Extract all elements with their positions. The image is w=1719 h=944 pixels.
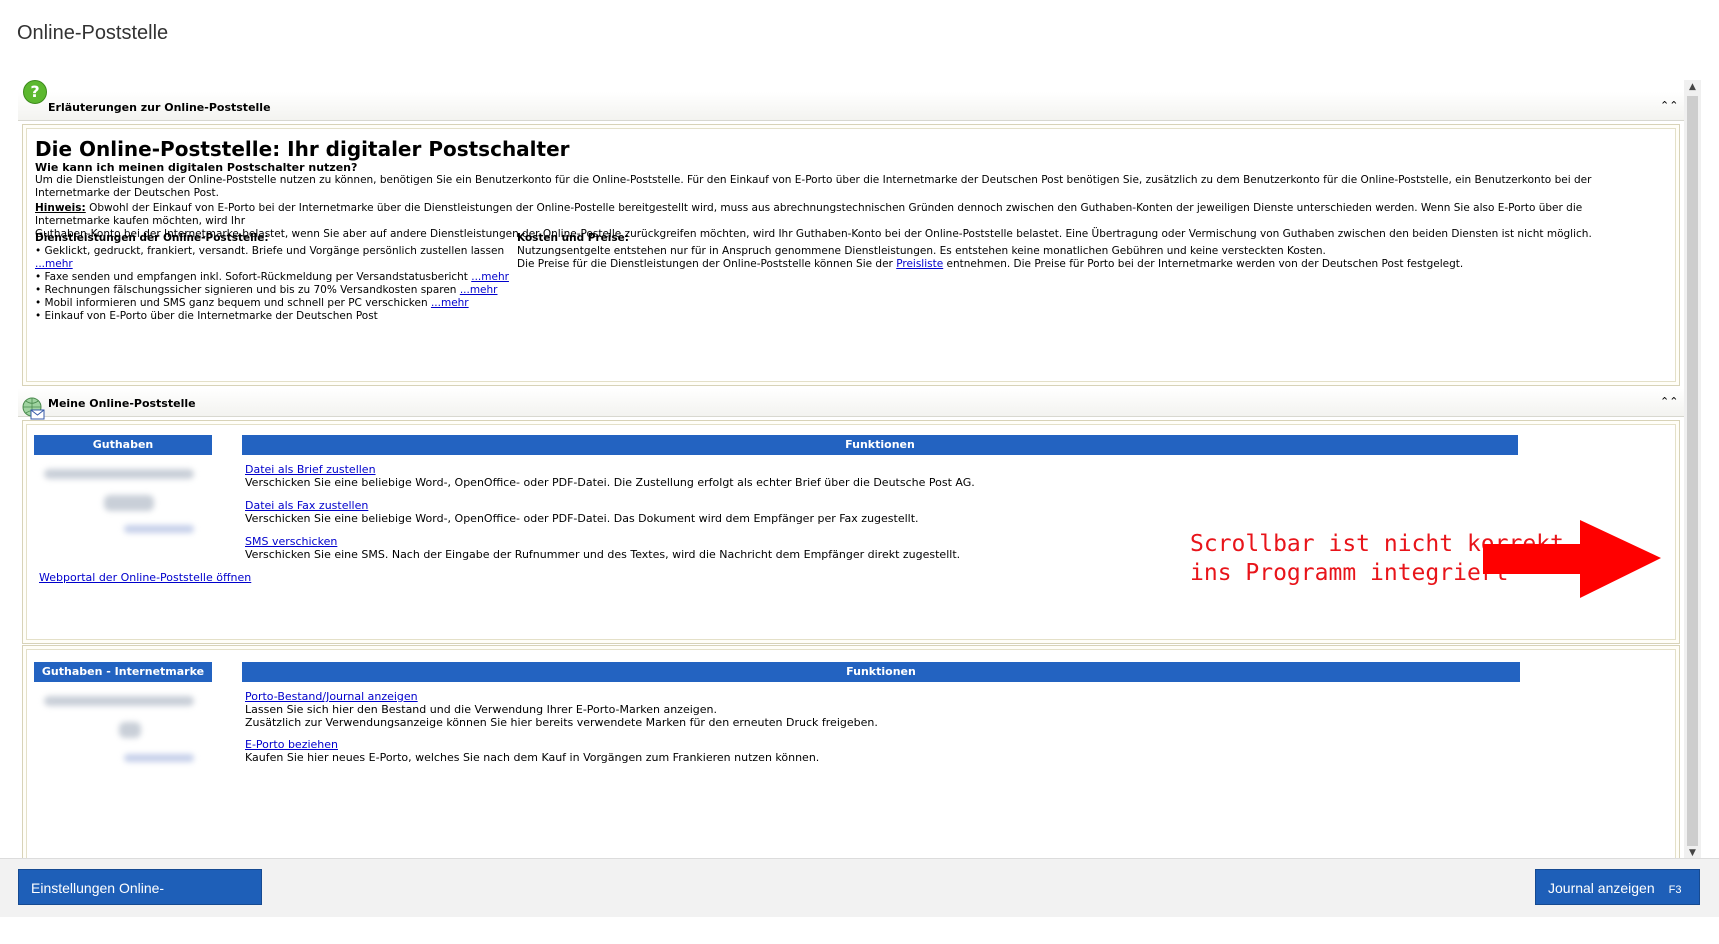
- journal-button[interactable]: Journal anzeigen F3: [1535, 869, 1700, 905]
- intro-text: Um die Dienstleistungen der Online-Posts…: [35, 174, 1592, 199]
- shortcut-key: F2: [105, 920, 119, 932]
- internetmarke-title-bar: Guthaben - Internetmarke: [34, 662, 212, 682]
- function-description: Kaufen Sie hier neues E-Porto, welches S…: [245, 751, 820, 764]
- red-arrow-icon: [1483, 520, 1661, 598]
- vertical-scrollbar[interactable]: ▲ ▼: [1684, 80, 1701, 860]
- sms-send-link[interactable]: SMS verschicken: [245, 535, 337, 548]
- explanations-panel: Die Online-Poststelle: Ihr digitaler Pos…: [22, 124, 1680, 386]
- collapse-icon[interactable]: ⌃⌃: [1660, 394, 1678, 410]
- function-description: Verschicken Sie eine beliebige Word-, Op…: [245, 476, 975, 489]
- section-title: Meine Online-Poststelle: [48, 397, 196, 410]
- internetmarke-panel: Guthaben - Internetmarke Funktionen Port…: [22, 645, 1680, 860]
- services-list: Geklickt, gedruckt, frankiert, versandt.…: [35, 245, 515, 323]
- page-title: Online-Poststelle: [17, 22, 169, 44]
- functions-title-bar: Funktionen: [242, 435, 1518, 455]
- more-link[interactable]: ...mehr: [35, 258, 73, 270]
- more-link[interactable]: ...mehr: [460, 284, 498, 296]
- scroll-area[interactable]: ? Erläuterungen zur Online-Poststelle ⌃⌃…: [18, 80, 1684, 860]
- costs-line2: Die Preise für die Dienstleistungen der …: [517, 258, 1464, 270]
- function-description: Verschicken Sie eine SMS. Nach der Einga…: [245, 548, 961, 561]
- list-item: Einkauf von E-Porto über die Internetmar…: [35, 310, 515, 323]
- section-header-my-poststelle[interactable]: Meine Online-Poststelle ⌃⌃: [18, 388, 1684, 417]
- list-item: Geklickt, gedruckt, frankiert, versandt.…: [35, 245, 515, 271]
- costs-line1: Nutzungsentgelte entstehen nur für in An…: [517, 245, 1326, 257]
- porto-journal-link[interactable]: Porto-Bestand/Journal anzeigen: [245, 690, 418, 703]
- hint-line1: Obwohl der Einkauf von E-Porto bei der I…: [35, 202, 1583, 227]
- more-link[interactable]: ...mehr: [431, 297, 469, 309]
- settings-button[interactable]: Einstellungen Online-Poststelle F2: [18, 869, 262, 932]
- button-label: Einstellungen Online-Poststelle: [31, 880, 165, 932]
- hint-label: Hinweis:: [35, 202, 86, 214]
- letter-send-link[interactable]: Datei als Brief zustellen: [245, 463, 376, 476]
- globe-mail-icon: [22, 397, 45, 420]
- section-title: Erläuterungen zur Online-Poststelle: [48, 101, 271, 114]
- fax-send-link[interactable]: Datei als Fax zustellen: [245, 499, 368, 512]
- eporto-buy-link[interactable]: E-Porto beziehen: [245, 738, 338, 751]
- function-description: Lassen Sie sich hier den Bestand und die…: [245, 703, 717, 716]
- costs-title: Kosten und Preise:: [517, 232, 629, 244]
- credit-title-bar: Guthaben: [34, 435, 212, 455]
- webportal-link[interactable]: Webportal der Online-Poststelle öffnen: [39, 571, 251, 584]
- more-link[interactable]: ...mehr: [471, 271, 509, 283]
- section-header-explanations[interactable]: ? Erläuterungen zur Online-Poststelle ⌃⌃: [18, 80, 1684, 121]
- internetmarke-blurred: [34, 684, 212, 772]
- list-item: Mobil informieren und SMS ganz bequem un…: [35, 297, 515, 310]
- function-description: Zusätzlich zur Verwendungsanzeige können…: [245, 716, 878, 729]
- list-item: Rechnungen fälschungssicher signieren un…: [35, 284, 515, 297]
- services-title: Dienstleistungen der Online-Poststelle:: [35, 232, 269, 244]
- price-list-link[interactable]: Preisliste: [896, 258, 943, 270]
- function-description: Verschicken Sie eine beliebige Word-, Op…: [245, 512, 919, 525]
- hint-text: Hinweis: Obwohl der Einkauf von E-Porto …: [35, 202, 1655, 241]
- help-icon: ?: [23, 80, 47, 104]
- scrollbar-thumb[interactable]: [1687, 96, 1698, 846]
- collapse-icon[interactable]: ⌃⌃: [1660, 98, 1678, 114]
- shortcut-key: F3: [1668, 884, 1682, 896]
- intro-subheading: Wie kann ich meinen digitalen Postschalt…: [35, 161, 358, 174]
- list-item: Faxe senden und empfangen inkl. Sofort-R…: [35, 271, 515, 284]
- credit-blurred: [34, 457, 212, 545]
- scroll-up-arrow-icon[interactable]: ▲: [1684, 80, 1701, 94]
- button-label: Journal anzeigen: [1548, 880, 1655, 896]
- functions-title-bar: Funktionen: [242, 662, 1520, 682]
- bottom-toolbar: Einstellungen Online-Poststelle F2 Journa…: [0, 858, 1719, 932]
- intro-heading: Die Online-Poststelle: Ihr digitaler Pos…: [35, 137, 570, 161]
